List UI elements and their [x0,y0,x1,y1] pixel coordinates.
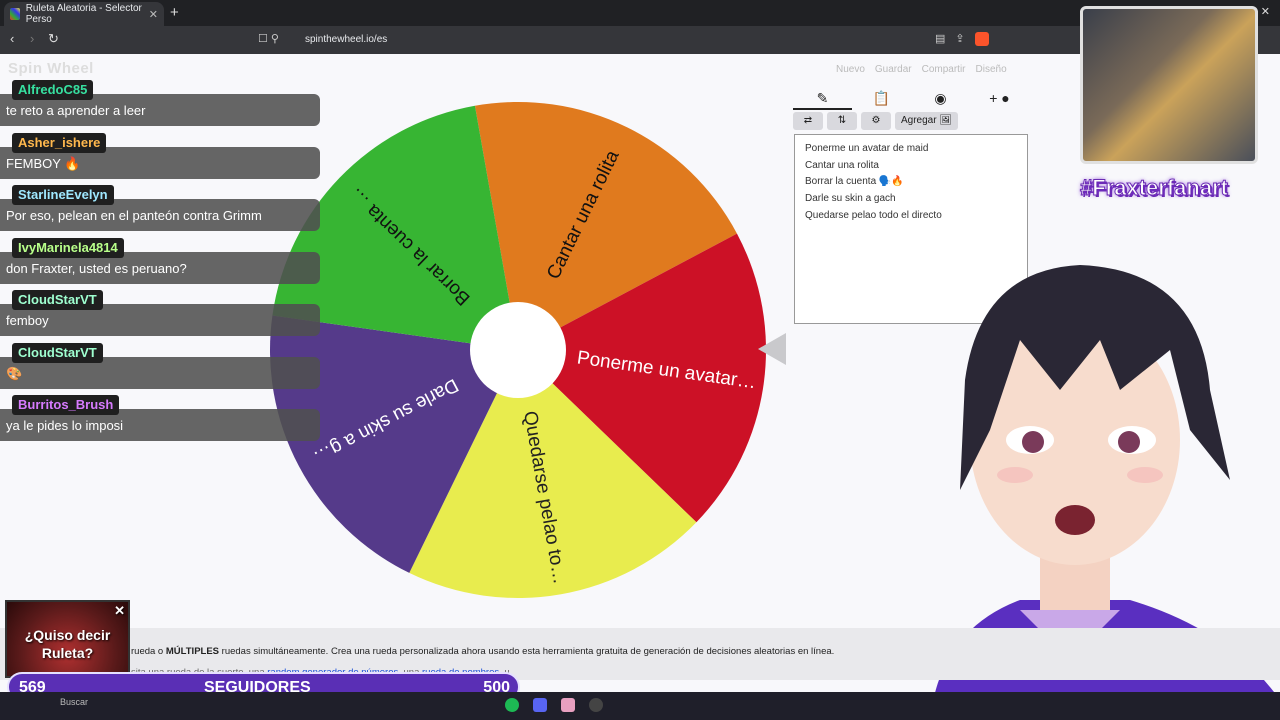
stream-chat: te reto a aprender a leer AlfredoC85 FEM… [0,80,330,448]
wheel-center[interactable] [470,302,566,398]
close-icon[interactable]: ✕ [114,602,125,620]
close-tab-icon[interactable]: ✕ [149,8,158,21]
os-taskbar: Buscar [0,692,1280,720]
tab-results-icon[interactable]: 📋 [852,86,911,110]
close-window-button[interactable]: ✕ [1261,5,1270,18]
taskbar-search[interactable]: Buscar [60,697,88,707]
add-image-button[interactable]: Agregar 🖼 [895,112,959,130]
taskbar-apps [505,698,603,712]
forward-icon[interactable]: › [30,31,34,46]
chat-message: 🎨 CloudStarVT [0,342,330,396]
app-icon[interactable] [561,698,575,712]
editor-tabs: ✎ 📋 ◉ + ● [793,86,1029,110]
spotify-icon[interactable] [505,698,519,712]
chat-username: IvyMarinela4814 [12,237,124,258]
share-icon[interactable]: ⇪ [955,32,964,46]
tab-colors-icon[interactable]: + ● [970,86,1029,110]
tab-edit-icon[interactable]: ✎ [793,86,852,110]
fanart-image [1080,6,1258,164]
chat-username: Burritos_Brush [12,395,120,415]
menu-save[interactable]: Guardar [875,64,912,75]
chat-username: CloudStarVT [12,342,103,363]
bookmark-icon[interactable]: ☐ ⚲ [258,32,279,45]
reader-icon[interactable]: ▤ [935,32,945,46]
chat-message: Por eso, pelean en el panteón contra Gri… [0,185,330,238]
chat-username: AlfredoC85 [12,80,94,100]
address-bar[interactable]: spinthewheel.io/es [305,34,387,45]
entry-line: Ponerme un avatar de maid [805,143,929,154]
site-logo[interactable]: Spin Wheel [8,60,94,77]
entry-line: Borrar la cuenta 🗣️🔥 [805,176,904,188]
chat-message: FEMBOY 🔥 Asher_ishere [0,132,330,186]
discord-icon[interactable] [533,698,547,712]
menu-new[interactable]: Nuevo [836,64,865,75]
entry-line: Cantar una rolita [805,159,879,171]
description-line: rueda o MÚLTIPLES ruedas simultáneamente… [131,646,835,657]
favicon-icon [10,8,20,20]
editor-toolbar: ⇄ ⇅ ⚙ Agregar 🖼 [793,112,959,130]
shuffle-button[interactable]: ⇄ [793,112,823,130]
chat-message: te reto a aprender a leer AlfredoC85 [0,80,330,133]
entry-line: Darle su skin a gach [805,193,896,205]
obs-icon[interactable] [589,698,603,712]
menu-design[interactable]: Diseño [976,64,1007,75]
menu-share[interactable]: Compartir [922,64,966,75]
hashtag-label: #Fraxterfanart [1080,175,1229,201]
chat-username: Asher_ishere [12,132,107,153]
chat-message: don Fraxter, usted es peruano? IvyMarine… [0,237,330,291]
wheel-pointer-icon [758,333,786,365]
chat-username: StarlineEvelyn [12,185,114,205]
chat-message: femboy CloudStarVT [0,290,330,343]
promo-text: ¿Quiso decir Ruleta? [24,627,111,661]
chat-username: CloudStarVT [12,290,103,310]
reload-icon[interactable]: ↻ [48,31,59,47]
new-tab-button[interactable]: + [170,4,179,21]
settings-button[interactable]: ⚙ [861,112,891,130]
tab-hidden-icon[interactable]: ◉ [911,86,970,110]
spin-wheel[interactable]: Cantar una rolitaPonerme un avatar…Queda… [268,100,768,600]
chat-message: ya le pides lo imposi Burritos_Brush [0,395,330,448]
browser-actions: ▤ ⇪ [935,32,989,46]
tab-title: Ruleta Aleatoria - Selector Perso [25,3,142,25]
browser-tab[interactable]: Ruleta Aleatoria - Selector Perso ✕ [4,2,164,26]
sort-button[interactable]: ⇅ [827,112,857,130]
roulette-promo[interactable]: ✕ ¿Quiso decir Ruleta? [5,600,130,678]
back-icon[interactable]: ‹ [10,31,14,46]
entry-line: Quedarse pelao todo el directo [805,209,942,221]
site-menu: Nuevo Guardar Compartir Diseño [836,64,1007,75]
brave-shield-icon[interactable] [974,32,989,46]
